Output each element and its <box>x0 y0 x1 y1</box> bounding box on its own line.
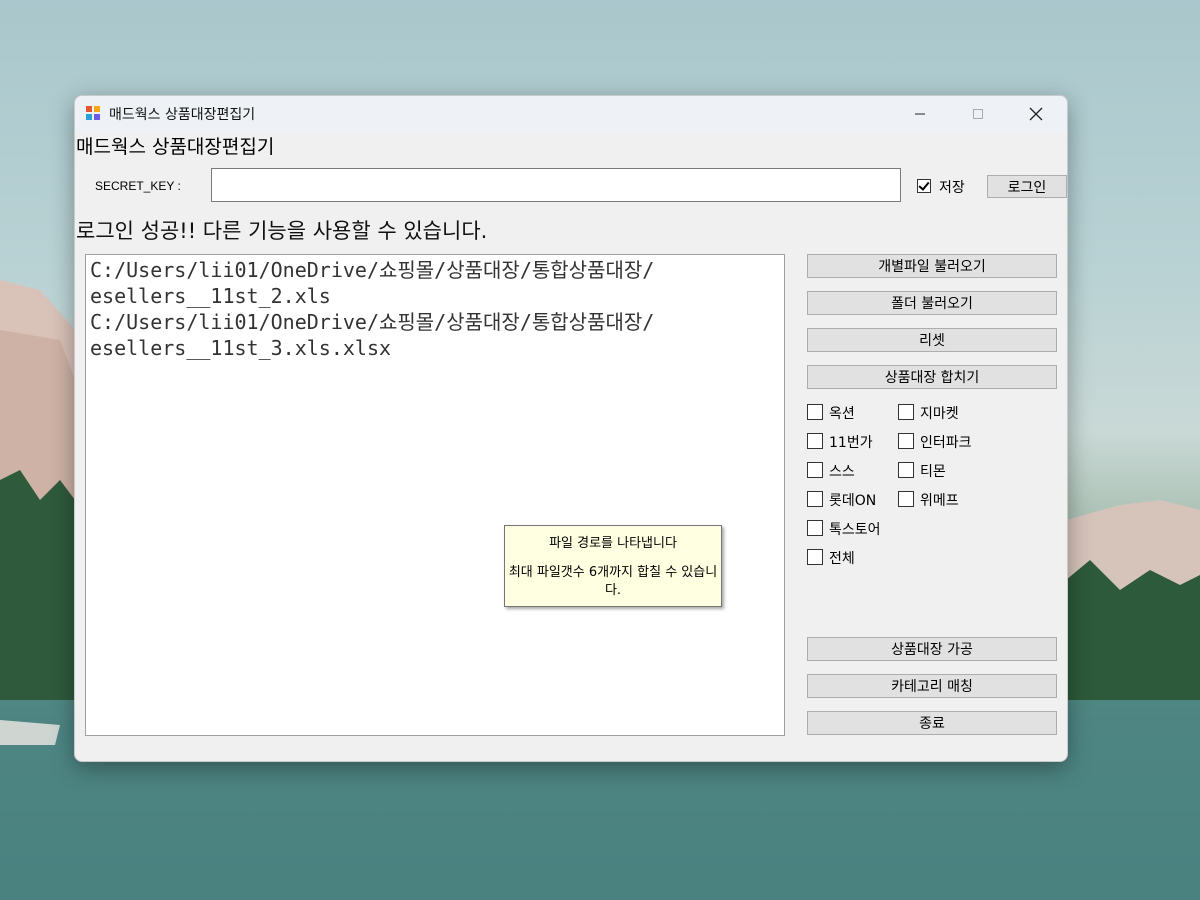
checkbox-label: 전체 <box>829 551 855 567</box>
checkbox-label: 옥션 <box>829 406 855 422</box>
checkbox-gmarket[interactable] <box>898 404 914 420</box>
checkbox-label: 인터파크 <box>920 435 972 451</box>
checkbox-label: 티몬 <box>920 464 946 480</box>
checkbox-label: 지마켓 <box>920 406 959 422</box>
secret-key-input[interactable] <box>211 168 901 202</box>
tooltip-text: 최대 파일갯수 6개까지 합칠 수 있습니다. <box>508 565 718 598</box>
process-button[interactable]: 상품대장 가공 <box>807 637 1057 661</box>
checkbox-label: 톡스토어 <box>829 522 881 538</box>
file-path-line: esellers__11st_2.xls <box>90 284 331 308</box>
checkbox-talkstore[interactable] <box>807 520 823 536</box>
login-status-text: 로그인 성공!! 다른 기능을 사용할 수 있습니다. <box>76 219 488 243</box>
tooltip-title: 파일 경로를 나타냅니다 <box>549 536 677 551</box>
exit-button[interactable]: 종료 <box>807 711 1057 735</box>
minimize-icon <box>915 113 925 115</box>
checkbox-auction[interactable] <box>807 404 823 420</box>
reset-button[interactable]: 리셋 <box>807 328 1057 352</box>
checkbox-lotteon[interactable] <box>807 491 823 507</box>
checkbox-label: 위메프 <box>920 493 959 509</box>
secret-key-label: SECRET_KEY : <box>95 179 181 193</box>
title-bar: 매드웍스 상품대장편집기 <box>75 96 1067 132</box>
load-file-button[interactable]: 개별파일 불러오기 <box>807 254 1057 278</box>
checkbox-label: 스스 <box>829 464 855 480</box>
app-heading: 매드웍스 상품대장편집기 <box>76 136 275 158</box>
window-title: 매드웍스 상품대장편집기 <box>109 107 256 123</box>
checkbox-label: 11번가 <box>829 435 873 451</box>
maximize-button[interactable] <box>949 96 1007 132</box>
checkbox-interpark[interactable] <box>898 433 914 449</box>
save-checkbox[interactable] <box>917 179 931 193</box>
app-logo-icon <box>86 106 100 120</box>
load-folder-button[interactable]: 폴더 불러오기 <box>807 291 1057 315</box>
merge-button[interactable]: 상품대장 합치기 <box>807 365 1057 389</box>
file-path-list[interactable]: C:/Users/lii01/OneDrive/쇼핑몰/상품대장/통합상품대장/… <box>85 254 785 736</box>
login-button[interactable]: 로그인 <box>987 175 1067 198</box>
checkbox-11st[interactable] <box>807 433 823 449</box>
checkbox-label: 롯데ON <box>829 493 877 509</box>
file-path-line: esellers__11st_3.xls.xlsx <box>90 336 392 360</box>
close-button[interactable] <box>1007 96 1065 132</box>
checkbox-all[interactable] <box>807 549 823 565</box>
minimize-button[interactable] <box>891 96 949 132</box>
checkbox-smartstore[interactable] <box>807 462 823 478</box>
category-match-button[interactable]: 카테고리 매칭 <box>807 674 1057 698</box>
file-path-line: C:/Users/lii01/OneDrive/쇼핑몰/상품대장/통합상품대장/ <box>90 310 655 334</box>
file-path-line: C:/Users/lii01/OneDrive/쇼핑몰/상품대장/통합상품대장/ <box>90 258 655 282</box>
save-label: 저장 <box>939 180 965 196</box>
maximize-icon <box>973 109 983 119</box>
file-path-tooltip: 파일 경로를 나타냅니다 최대 파일갯수 6개까지 합칠 수 있습니다. <box>504 525 722 607</box>
app-window: 매드웍스 상품대장편집기 매드웍스 상품대장편집기 SECRET_KEY : 저… <box>74 95 1068 762</box>
close-icon <box>1029 107 1043 121</box>
checkbox-tmon[interactable] <box>898 462 914 478</box>
checkbox-wemakeprice[interactable] <box>898 491 914 507</box>
